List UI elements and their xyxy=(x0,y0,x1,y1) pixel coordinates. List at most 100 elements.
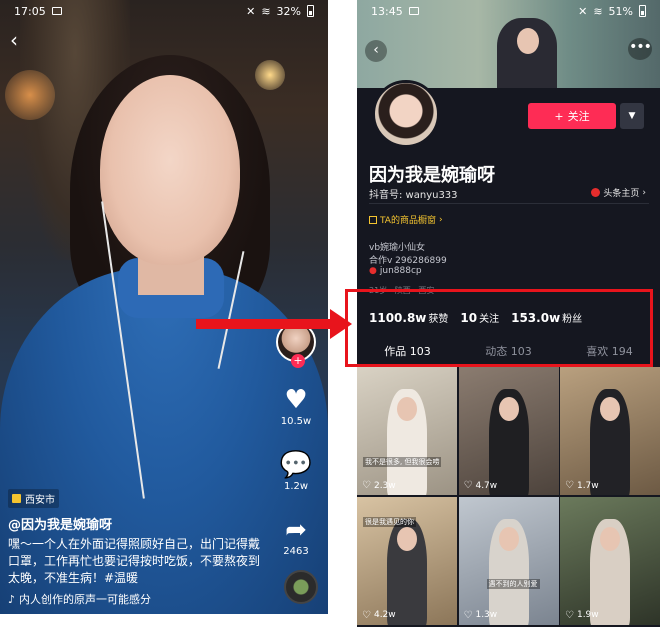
share-count: 2463 xyxy=(283,546,309,557)
thumbnail-face xyxy=(498,526,519,551)
follow-plus-icon[interactable]: + xyxy=(291,354,305,368)
chevron-right-icon: › xyxy=(642,187,646,198)
gallery-icon xyxy=(51,7,62,15)
music-title: 内人创作的原声一可能感分 xyxy=(19,593,152,606)
status-bar-right: ✕ ≋ 32% xyxy=(246,0,314,22)
mute-icon: ✕ xyxy=(578,4,588,18)
status-time: 17:05 xyxy=(14,4,46,18)
video-subject-face xyxy=(100,75,240,265)
bio-line: jun888cp xyxy=(379,266,422,276)
thumbnail-likes: ♡ 1.3w xyxy=(464,610,498,621)
like-count: 10.5w xyxy=(280,416,312,427)
heart-outline-icon: ♡ xyxy=(565,480,574,491)
thumbnail-like-count: 4.7w xyxy=(475,480,498,491)
profile-handle: 抖音号: wanyu333 xyxy=(369,190,458,201)
location-tag[interactable]: 西安市 xyxy=(8,489,59,508)
thumbnail-face xyxy=(397,526,417,551)
bio-line-with-icon: ● jun888cp xyxy=(369,266,422,276)
heart-outline-icon: ♡ xyxy=(362,609,371,621)
video-thumbnail[interactable]: ♡ 1.7w xyxy=(560,367,660,495)
thumbnail-like-count: 1.3w xyxy=(475,610,498,620)
video-grid: 我不是很多, 但我很会唠 ♡ 2.3w ♡ 4.7w ♡ 1.7w 很是我遇见的你 ♡… xyxy=(357,367,660,625)
thumbnail-face xyxy=(397,397,417,421)
comment-count: 1.2w xyxy=(283,481,309,492)
gallery-icon xyxy=(408,7,419,15)
comment-button[interactable]: 💬 1.2w xyxy=(280,451,312,492)
battery-text: 32% xyxy=(276,4,301,18)
status-bar-left: 13:45 xyxy=(371,0,419,22)
shop-icon xyxy=(369,215,377,224)
street-light xyxy=(5,70,55,120)
thumbnail-likes: ♡ 1.7w xyxy=(565,480,599,491)
wifi-icon: ≋ xyxy=(593,4,603,18)
battery-text: 51% xyxy=(608,4,633,18)
video-thumbnail[interactable]: 遇不到的人别爱 ♡ 1.3w xyxy=(458,496,559,625)
thumbnail-caption: 我不是很多, 但我很会唠 xyxy=(363,457,442,467)
recommend-dropdown-button[interactable]: ▼ xyxy=(620,103,644,129)
comment-bubble-icon: 💬 xyxy=(279,450,313,480)
heart-outline-icon: ♡ xyxy=(463,480,473,491)
follow-label: 关注 xyxy=(567,110,590,123)
thumbnail-likes: ♡ 2.3w xyxy=(362,480,396,491)
video-caption: 嘿～一个人在外面记得照顾好自己，出门记得戴口罩，工作再忙也要记得按时吃饭，不要熬… xyxy=(8,537,261,585)
thumbnail-face xyxy=(600,397,620,421)
more-options-icon[interactable]: ••• xyxy=(628,38,652,60)
like-button[interactable]: ♥ 10.5w xyxy=(281,386,311,427)
battery-icon xyxy=(307,5,314,17)
location-text: 西安市 xyxy=(25,495,55,506)
music-disc-icon[interactable] xyxy=(284,570,318,604)
video-thumbnail[interactable]: 很是我遇见的你 ♡ 4.2w xyxy=(357,496,457,625)
battery-icon xyxy=(639,5,646,17)
back-arrow-icon[interactable]: ‹ xyxy=(10,28,18,52)
heart-outline-icon: ♡ xyxy=(565,609,574,621)
bio-line: 合作v 296286899 xyxy=(369,256,447,266)
street-light xyxy=(255,60,285,90)
shop-label: TA的商品橱窗 xyxy=(380,216,436,226)
video-thumbnail[interactable]: ♡ 4.7w xyxy=(458,367,559,495)
shop-window-link[interactable]: TA的商品橱窗 › xyxy=(369,213,443,226)
video-thumbnail[interactable]: 我不是很多, 但我很会唠 ♡ 2.3w xyxy=(357,367,457,495)
thumbnail-caption: 遇不到的人别爱 xyxy=(486,578,540,589)
profile-avatar[interactable] xyxy=(372,80,440,148)
annotation-highlight-box xyxy=(345,289,653,367)
follow-button[interactable]: + 关注 xyxy=(528,103,616,129)
heart-icon: ♥ xyxy=(284,385,308,415)
mute-icon: ✕ xyxy=(246,4,256,18)
thumbnail-caption: 很是我遇见的你 xyxy=(363,516,416,527)
thumbnail-face xyxy=(498,397,519,421)
thumbnail-like-count: 1.7w xyxy=(576,480,599,491)
heart-outline-icon: ♡ xyxy=(463,609,473,621)
plus-icon: + xyxy=(554,109,564,123)
status-time: 13:45 xyxy=(371,4,403,18)
share-button[interactable]: ➦ 2463 xyxy=(283,516,308,557)
author-name[interactable]: @因为我是婉瑜呀 xyxy=(8,514,112,533)
toutiao-homepage-link[interactable]: 头条主页 › xyxy=(591,186,646,199)
status-bar-right: ✕ ≋ 51% xyxy=(578,0,646,22)
video-thumbnail[interactable]: ♡ 1.9w xyxy=(560,496,660,625)
toutiao-icon xyxy=(591,188,601,197)
thumbnail-likes: ♡ 4.2w xyxy=(362,610,396,621)
video-player-screen[interactable]: 17:05 ✕ ≋ 32% ‹ + ♥ 10.5w 💬 1.2w ➦ 2463 … xyxy=(0,0,328,614)
music-note-icon: ♪ xyxy=(8,592,16,606)
weibo-icon: ● xyxy=(369,266,377,276)
music-info[interactable]: ♪ 内人创作的原声一可能感分 xyxy=(8,591,151,607)
thumbnail-like-count: 1.9w xyxy=(576,610,599,620)
thumbnail-likes: ♡ 4.7w xyxy=(464,480,498,491)
bio-line: vb婉瑜小仙女 xyxy=(369,243,426,253)
divider xyxy=(369,203,649,204)
share-arrow-icon: ➦ xyxy=(285,515,307,545)
triangle-down-icon: ▼ xyxy=(628,111,636,121)
thumbnail-likes: ♡ 1.9w xyxy=(565,610,599,621)
chevron-right-icon: › xyxy=(438,214,443,225)
heart-outline-icon: ♡ xyxy=(362,480,371,491)
profile-name: 因为我是婉瑜呀 xyxy=(369,165,495,186)
annotation-arrow-shaft xyxy=(196,319,336,329)
status-bar-left: 17:05 xyxy=(14,0,62,22)
wifi-icon: ≋ xyxy=(261,4,271,18)
thumbnail-face xyxy=(600,526,620,551)
action-rail: + ♥ 10.5w 💬 1.2w ➦ 2463 xyxy=(272,322,320,557)
toutiao-label: 头条主页 xyxy=(603,189,640,199)
back-arrow-icon[interactable]: ‹ xyxy=(365,40,387,62)
location-icon xyxy=(12,494,21,503)
thumbnail-like-count: 4.2w xyxy=(373,610,396,620)
